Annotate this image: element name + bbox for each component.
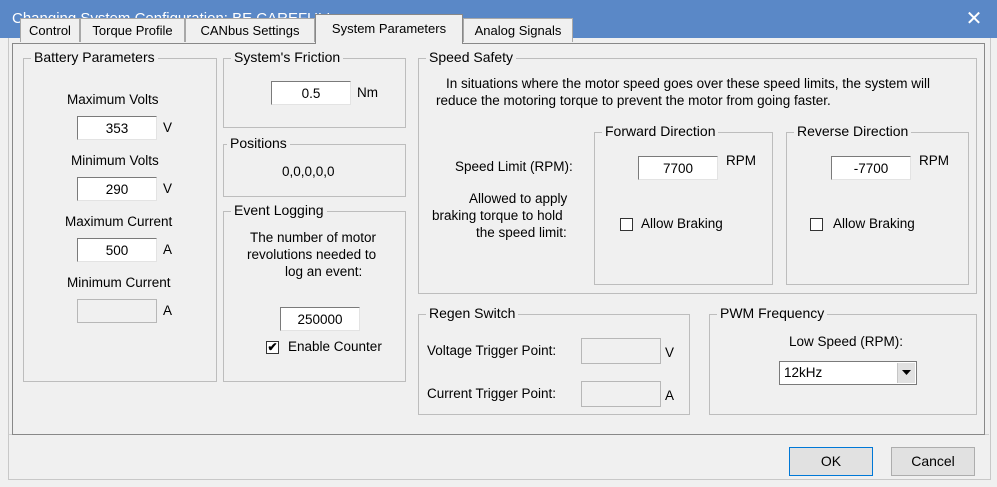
speed-safety-title: Speed Safety bbox=[426, 49, 517, 65]
event-logging-desc-line1: The number of motor bbox=[250, 230, 377, 245]
positions-title: Positions bbox=[227, 135, 290, 151]
enable-counter-checkbox[interactable]: ✔ bbox=[266, 341, 279, 354]
pwm-low-speed-label: Low Speed (RPM): bbox=[789, 334, 904, 349]
forward-speed-unit: RPM bbox=[726, 153, 756, 168]
tab-system-parameters[interactable]: System Parameters bbox=[315, 14, 463, 44]
chevron-down-icon bbox=[902, 370, 911, 375]
reverse-allow-braking-label: Allow Braking bbox=[833, 216, 915, 231]
forward-allow-braking-checkbox[interactable] bbox=[620, 218, 633, 231]
pwm-selected-value: 12kHz bbox=[784, 365, 823, 380]
system-parameters-panel: Battery Parameters Maximum Volts 353 V M… bbox=[12, 43, 985, 435]
event-logging-desc-line2: revolutions needed to bbox=[247, 247, 377, 262]
speed-limit-label: Speed Limit (RPM): bbox=[455, 159, 573, 174]
braking-desc-line2: braking torque to hold bbox=[432, 208, 563, 223]
voltage-trigger-unit: V bbox=[665, 345, 675, 360]
reverse-allow-braking-checkbox[interactable] bbox=[810, 218, 823, 231]
battery-parameters-title: Battery Parameters bbox=[31, 49, 158, 65]
current-trigger-input[interactable] bbox=[581, 381, 661, 407]
pwm-frequency-select[interactable]: 12kHz bbox=[779, 361, 917, 385]
friction-input[interactable]: 0.5 bbox=[271, 81, 351, 105]
braking-desc-line1: Allowed to apply bbox=[469, 191, 568, 206]
max-volts-unit: V bbox=[163, 120, 173, 135]
current-trigger-label: Current Trigger Point: bbox=[427, 386, 557, 401]
max-current-unit: A bbox=[163, 242, 173, 257]
min-volts-unit: V bbox=[163, 181, 173, 196]
ok-button[interactable]: OK bbox=[789, 447, 873, 476]
close-icon[interactable]: ✕ bbox=[951, 0, 997, 38]
braking-desc-line3: the speed limit: bbox=[476, 225, 567, 240]
reverse-speed-unit: RPM bbox=[919, 153, 949, 168]
speed-safety-desc-line2: reduce the motoring torque to prevent th… bbox=[436, 93, 831, 108]
event-logging-desc-line3: log an event: bbox=[285, 264, 363, 279]
min-volts-label: Minimum Volts bbox=[71, 153, 159, 168]
cancel-button[interactable]: Cancel bbox=[891, 447, 975, 476]
reverse-speed-limit-input[interactable]: -7700 bbox=[831, 156, 911, 180]
friction-title: System's Friction bbox=[231, 49, 344, 65]
event-logging-title: Event Logging bbox=[231, 202, 327, 218]
tab-canbus-settings[interactable]: CANbus Settings bbox=[185, 18, 315, 42]
min-current-label: Minimum Current bbox=[67, 275, 171, 290]
tab-torque-profile[interactable]: Torque Profile bbox=[80, 18, 185, 42]
min-current-unit: A bbox=[163, 303, 173, 318]
forward-speed-limit-input[interactable]: 7700 bbox=[638, 156, 718, 180]
speed-safety-desc-line1: In situations where the motor speed goes… bbox=[446, 76, 930, 91]
max-volts-label: Maximum Volts bbox=[67, 92, 159, 107]
voltage-trigger-label: Voltage Trigger Point: bbox=[427, 343, 557, 358]
reverse-direction-title: Reverse Direction bbox=[794, 123, 912, 139]
pwm-frequency-title: PWM Frequency bbox=[717, 305, 828, 321]
regen-switch-title: Regen Switch bbox=[426, 305, 519, 321]
event-logging-input[interactable]: 250000 bbox=[280, 307, 360, 331]
enable-counter-label: Enable Counter bbox=[288, 339, 382, 354]
friction-unit: Nm bbox=[357, 85, 378, 100]
min-current-input[interactable] bbox=[77, 299, 157, 323]
max-current-label: Maximum Current bbox=[65, 214, 173, 229]
voltage-trigger-input[interactable] bbox=[581, 338, 661, 364]
positions-value: 0,0,0,0,0 bbox=[282, 164, 335, 179]
max-volts-input[interactable]: 353 bbox=[77, 116, 157, 140]
forward-allow-braking-label: Allow Braking bbox=[641, 216, 723, 231]
tab-analog-signals[interactable]: Analog Signals bbox=[463, 18, 573, 42]
min-volts-input[interactable]: 290 bbox=[77, 177, 157, 201]
tab-control[interactable]: Control bbox=[20, 18, 80, 42]
max-current-input[interactable]: 500 bbox=[77, 238, 157, 262]
forward-direction-title: Forward Direction bbox=[602, 123, 719, 139]
current-trigger-unit: A bbox=[665, 388, 675, 403]
dropdown-button[interactable] bbox=[897, 363, 915, 383]
